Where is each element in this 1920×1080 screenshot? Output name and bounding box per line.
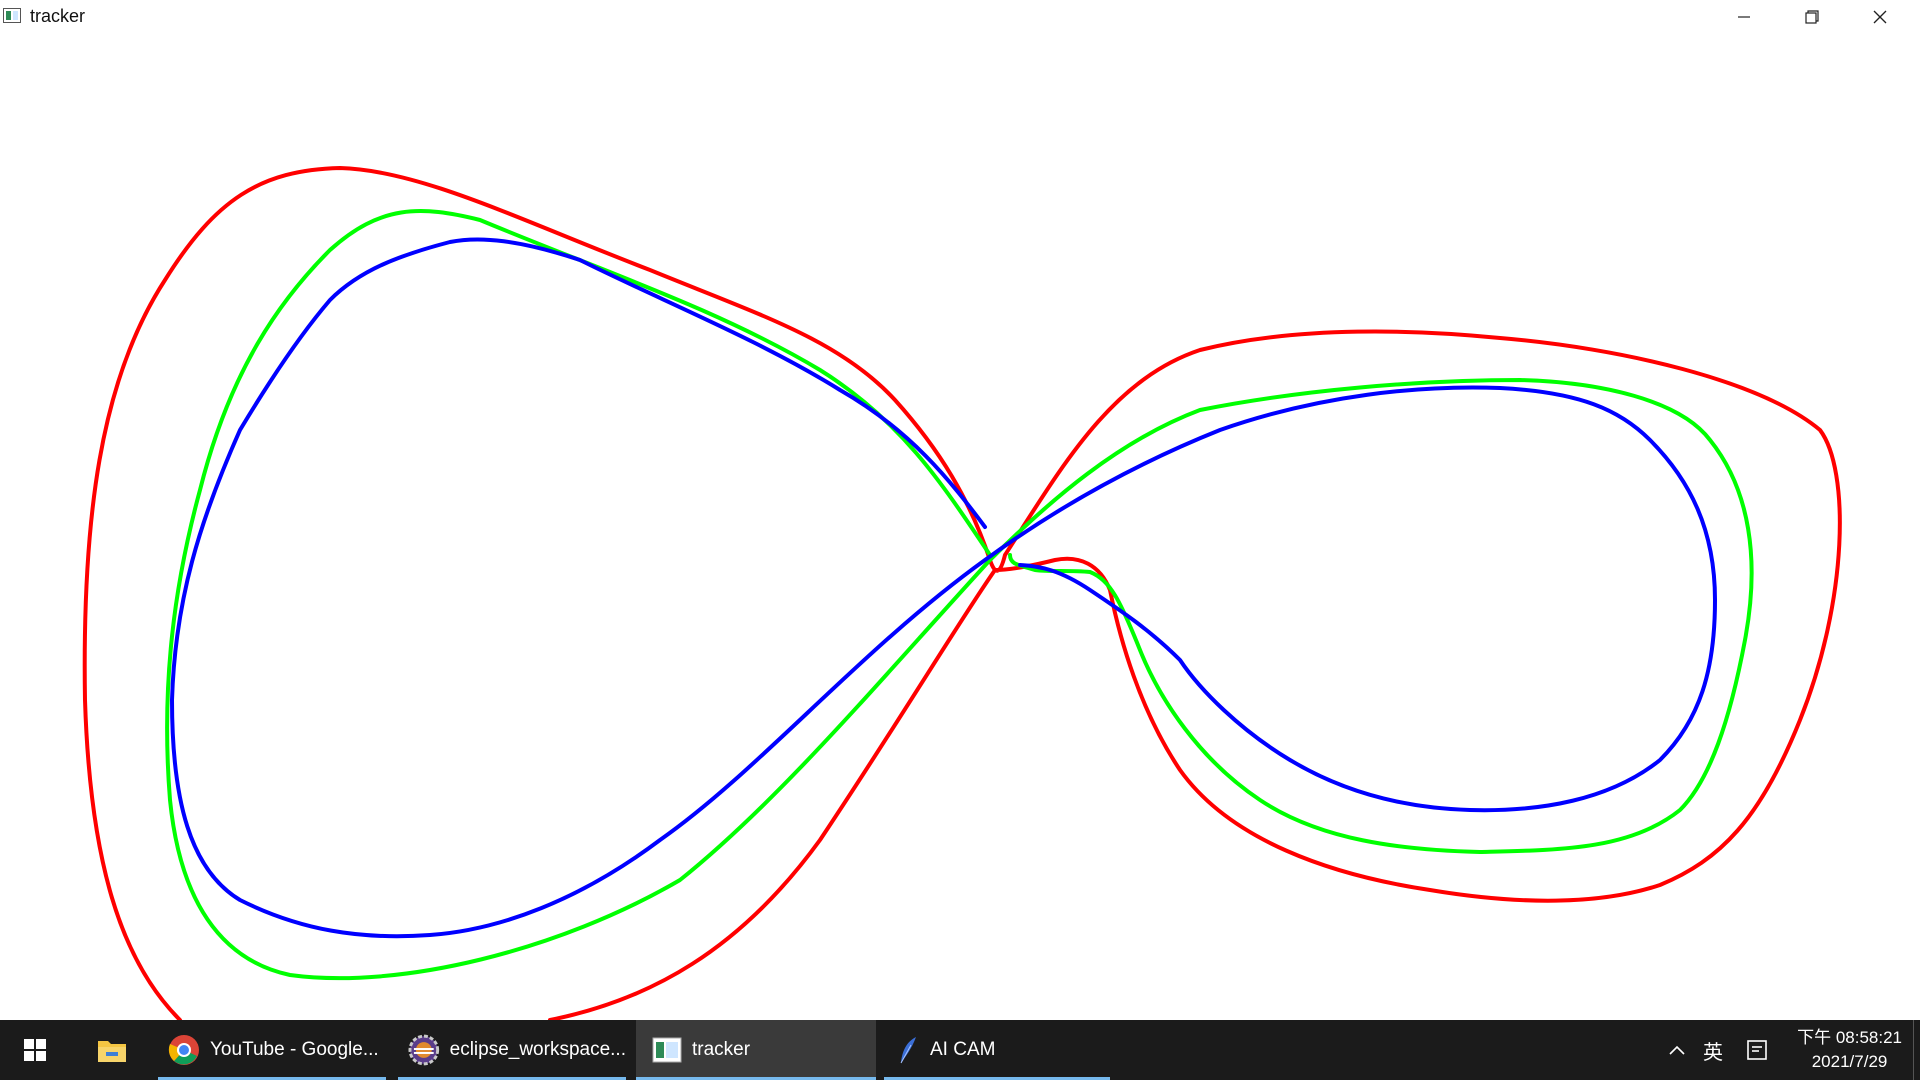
taskbar-app-youtube[interactable]: YouTube - Google... [158,1020,386,1080]
notification-button[interactable] [1740,1020,1774,1080]
taskbar-app-tracker[interactable]: tracker [636,1020,876,1080]
windows-start-icon [24,1039,46,1061]
tracker-app-icon [3,8,21,23]
close-button[interactable] [1846,0,1914,34]
taskbar: YouTube - Google... eclipse_workspace...… [0,1020,1920,1080]
restore-icon [1805,10,1819,24]
tray-overflow-button[interactable] [1664,1020,1690,1080]
clock-date: 2021/7/29 [1811,1052,1888,1071]
blue-trajectory [170,237,1717,939]
taskbar-app-label: AI CAM [930,1039,996,1060]
file-explorer-button[interactable] [80,1020,144,1080]
start-button[interactable] [0,1020,70,1080]
tracker-app-icon [652,1037,682,1063]
taskbar-app-eclipse[interactable]: eclipse_workspace... [398,1020,626,1080]
notification-icon [1747,1040,1767,1060]
chevron-up-icon [1669,1045,1685,1055]
taskbar-app-label: tracker [692,1039,751,1060]
eclipse-icon [408,1034,440,1066]
green-trajectory [165,209,1754,981]
tracker-canvas [0,34,1920,1020]
window-titlebar[interactable]: tracker [0,0,1920,34]
restore-button[interactable] [1778,0,1846,34]
window-title: tracker [30,6,86,26]
minimize-button[interactable] [1710,0,1778,34]
file-explorer-icon [98,1041,126,1062]
chrome-icon [168,1035,199,1065]
red-trajectory [82,166,1842,1020]
taskbar-app-ai-cam[interactable]: AI CAM [884,1020,1110,1080]
taskbar-app-label: YouTube - Google... [210,1039,379,1060]
taskbar-app-label: eclipse_workspace... [449,1039,626,1060]
clock-time: 下午 08:58:21 [1797,1028,1902,1047]
system-clock[interactable]: 下午 08:58:21 2021/7/29 [1797,1026,1902,1074]
close-icon [1873,10,1887,24]
minimize-icon [1738,16,1750,18]
show-desktop-button[interactable] [1913,1020,1920,1080]
ime-indicator[interactable]: 英 [1696,1020,1730,1080]
ime-label: 英 [1703,1041,1723,1064]
feather-icon [900,1037,916,1064]
